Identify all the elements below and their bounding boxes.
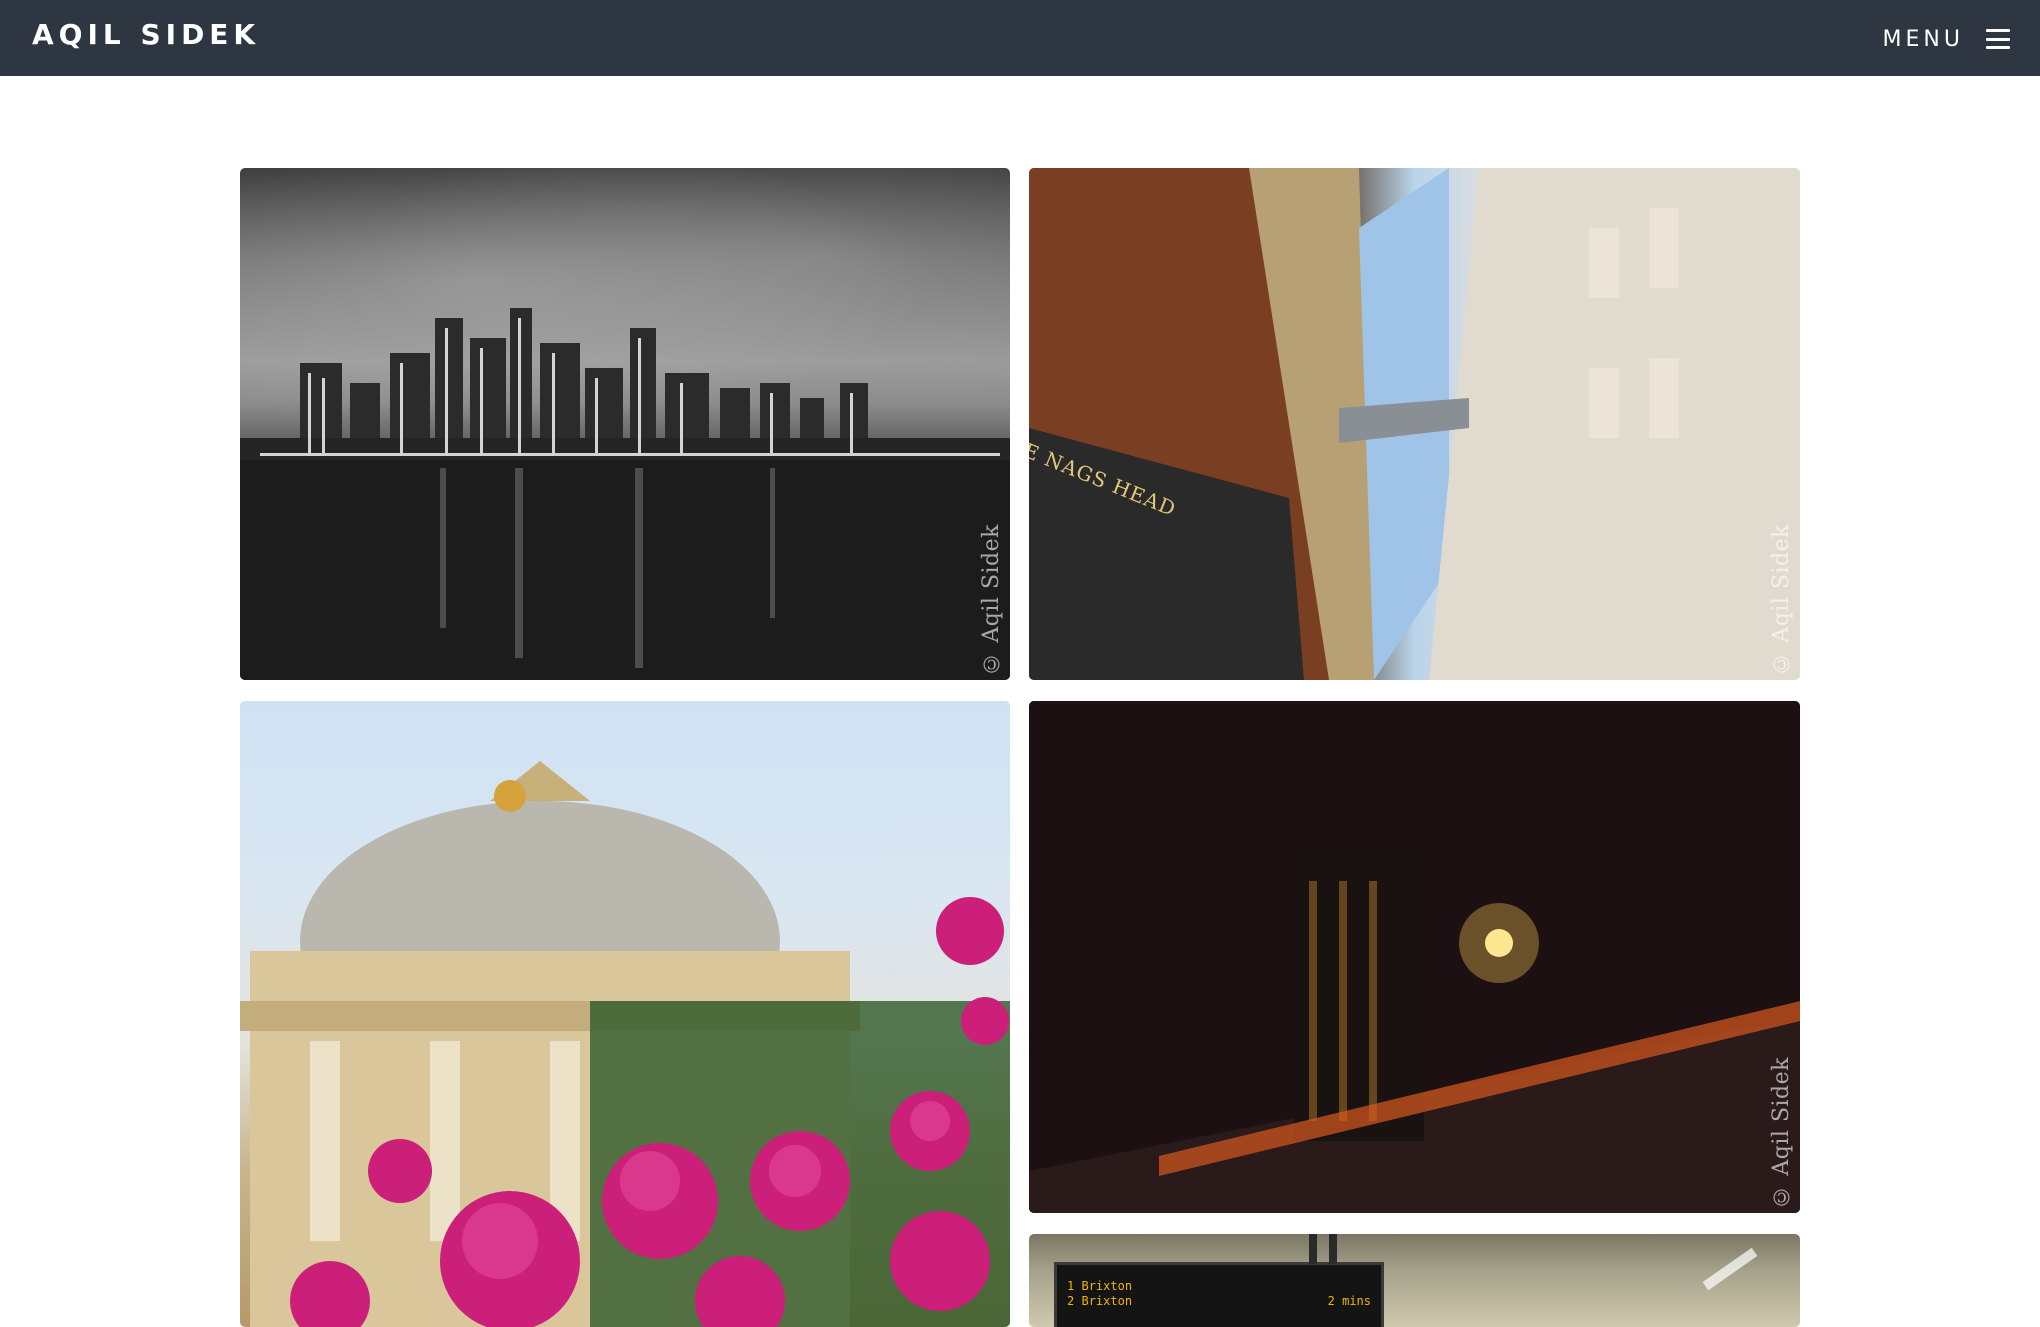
top-navbar: AQIL SIDEK MENU	[0, 0, 2040, 76]
departure-row: 2 Brixton 2 mins	[1067, 1294, 1371, 1308]
photo-watermark: © Aqil Sidek	[1769, 1057, 1794, 1209]
site-brand[interactable]: AQIL SIDEK	[32, 18, 260, 51]
photo-watermark: © Aqil Sidek	[979, 524, 1004, 676]
departure-board: 1 Brixton 2 Brixton 2 mins	[1054, 1262, 1384, 1327]
sunset-illustration	[1029, 701, 1800, 1213]
menu-label: MENU	[1882, 26, 1964, 52]
gallery-photo-st-pauls-roses[interactable]	[240, 701, 1010, 1327]
photo-watermark: © Aqil Sidek	[1769, 524, 1794, 676]
gallery-photo-london-street[interactable]: E NAGS HEAD © Aqil Sidek	[1029, 168, 1800, 680]
skyline-illustration	[240, 308, 1010, 680]
street-illustration	[1029, 168, 1800, 680]
gallery-photo-nyc-skyline[interactable]: © Aqil Sidek	[240, 168, 1010, 680]
hamburger-icon	[1986, 29, 2010, 49]
gallery-photo-tube-station[interactable]: 1 Brixton 2 Brixton 2 mins	[1029, 1234, 1800, 1327]
departure-row: 1 Brixton	[1067, 1279, 1133, 1293]
dome-roses-illustration	[240, 761, 1010, 1327]
gallery-photo-sunset-window[interactable]: © Aqil Sidek	[1029, 701, 1800, 1213]
menu-button[interactable]: MENU	[1883, 22, 2010, 56]
